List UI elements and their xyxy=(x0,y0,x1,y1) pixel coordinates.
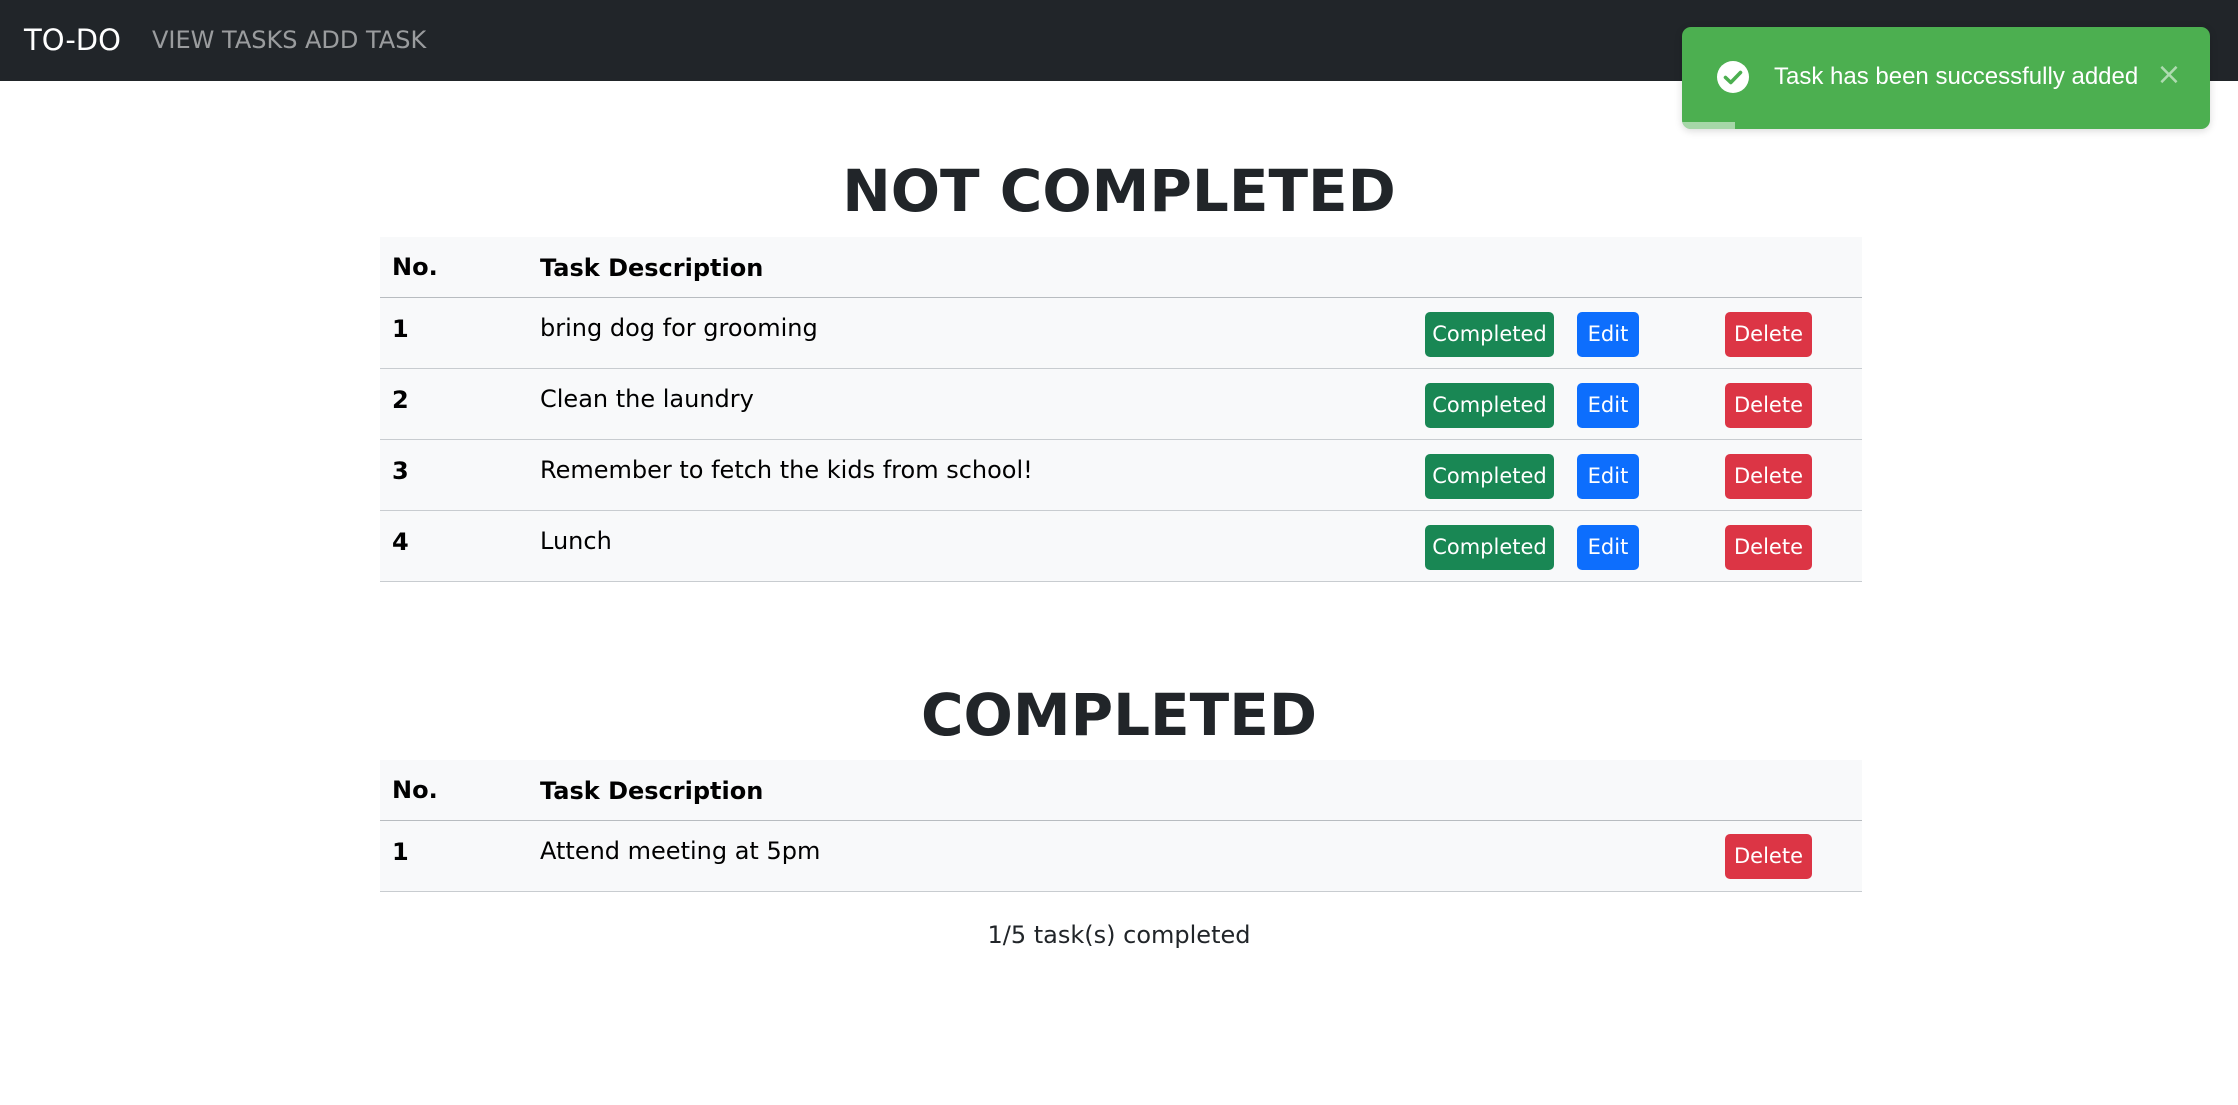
task-number: 1 xyxy=(392,315,409,343)
edit-button[interactable]: Edit xyxy=(1577,383,1639,428)
task-number: 3 xyxy=(392,457,409,485)
delete-button[interactable]: Delete xyxy=(1725,834,1812,879)
edit-button[interactable]: Edit xyxy=(1577,312,1639,357)
toast-close-button[interactable]: × xyxy=(2152,55,2186,95)
brand-link[interactable]: TO-DO xyxy=(24,20,121,60)
completed-button[interactable]: Completed xyxy=(1425,383,1554,428)
task-description: Remember to fetch the kids from school! xyxy=(540,456,1033,484)
not-completed-table: No. Task Description 1 bring dog for gro… xyxy=(380,237,1862,582)
table-row: 1 Attend meeting at 5pm Delete xyxy=(380,821,1862,892)
nav-add-task-link[interactable]: ADD TASK xyxy=(305,24,426,56)
table-header: No. Task Description xyxy=(380,237,1862,298)
header-no: No. xyxy=(392,776,438,804)
completed-button[interactable]: Completed xyxy=(1425,525,1554,570)
task-description: Lunch xyxy=(540,527,612,555)
task-number: 2 xyxy=(392,386,409,414)
table-row: 1 bring dog for grooming Completed Edit … xyxy=(380,298,1862,369)
nav-view-tasks-link[interactable]: VIEW TASKS xyxy=(152,24,297,56)
edit-button[interactable]: Edit xyxy=(1577,525,1639,570)
header-description: Task Description xyxy=(540,254,764,282)
task-description: Attend meeting at 5pm xyxy=(540,837,821,865)
table-row: 2 Clean the laundry Completed Edit Delet… xyxy=(380,369,1862,440)
toast-message: Task has been successfully added xyxy=(1774,63,2139,90)
completed-button[interactable]: Completed xyxy=(1425,454,1554,499)
completed-title: COMPLETED xyxy=(920,681,1317,749)
table-header: No. Task Description xyxy=(380,760,1862,821)
delete-button[interactable]: Delete xyxy=(1725,454,1812,499)
delete-button[interactable]: Delete xyxy=(1725,525,1812,570)
task-number: 1 xyxy=(392,838,409,866)
toast-progress-bar xyxy=(1682,122,1735,129)
check-circle-icon xyxy=(1717,61,1749,93)
completion-summary: 1/5 task(s) completed xyxy=(987,921,1251,949)
task-description: Clean the laundry xyxy=(540,385,754,413)
header-no: No. xyxy=(392,253,438,281)
edit-button[interactable]: Edit xyxy=(1577,454,1639,499)
completed-button[interactable]: Completed xyxy=(1425,312,1554,357)
header-description: Task Description xyxy=(540,777,764,805)
delete-button[interactable]: Delete xyxy=(1725,383,1812,428)
table-row: 4 Lunch Completed Edit Delete xyxy=(380,511,1862,582)
table-row: 3 Remember to fetch the kids from school… xyxy=(380,440,1862,511)
task-description: bring dog for grooming xyxy=(540,314,818,342)
completed-table: No. Task Description 1 Attend meeting at… xyxy=(380,760,1862,892)
not-completed-title: NOT COMPLETED xyxy=(842,157,1396,225)
success-toast: Task has been successfully added × xyxy=(1682,27,2210,129)
delete-button[interactable]: Delete xyxy=(1725,312,1812,357)
task-number: 4 xyxy=(392,528,409,556)
